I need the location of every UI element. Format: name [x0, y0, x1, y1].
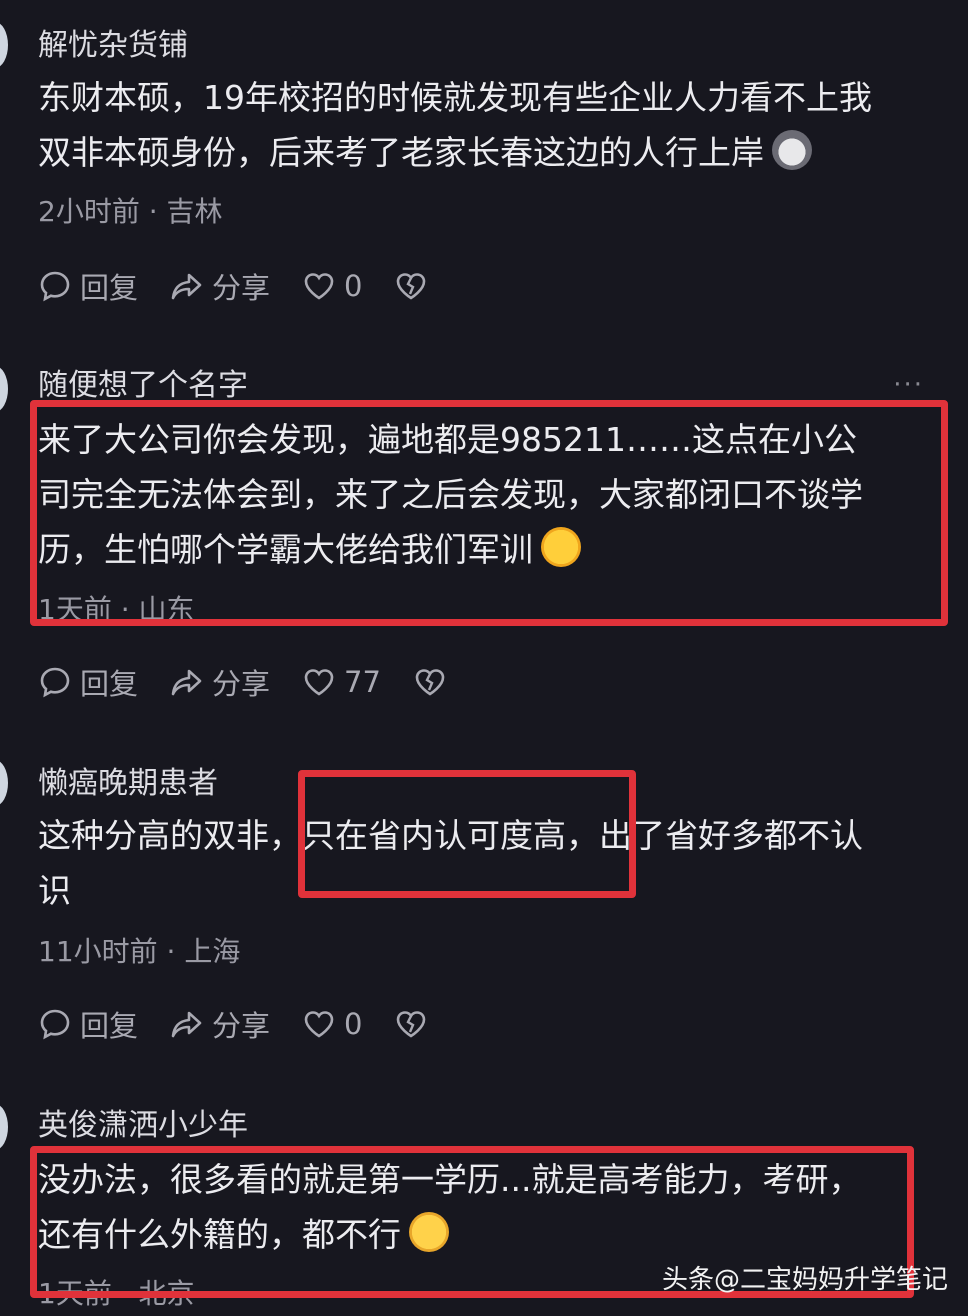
broken-heart-icon — [415, 669, 445, 696]
like-button[interactable]: 77 — [302, 665, 381, 699]
broken-heart-icon — [397, 1011, 426, 1038]
heart-icon — [304, 273, 334, 300]
comment-text-line: 识 — [38, 871, 71, 910]
broken-heart-icon — [397, 273, 426, 300]
comment-actions: 回复 分享 0 — [38, 1004, 468, 1044]
share-label: 分享 — [212, 667, 271, 701]
dislike-button[interactable] — [394, 269, 436, 303]
avatar[interactable] — [0, 366, 8, 412]
reply-label: 回复 — [80, 1009, 139, 1043]
comment-text-line: 双非本硕身份，后来考了老家长春这边的人行上岸 — [38, 133, 764, 172]
comment-username[interactable]: 解忧杂货铺 — [38, 20, 188, 64]
reply-label: 回复 — [80, 271, 139, 305]
share-arrow-icon — [171, 273, 202, 300]
comment-bubble-icon — [40, 667, 70, 698]
comment-bubble-icon — [40, 271, 70, 302]
highlight-box — [298, 770, 636, 898]
avatar[interactable] — [0, 760, 8, 806]
comment-bubble-icon — [40, 1009, 70, 1040]
like-button[interactable]: 0 — [302, 1007, 362, 1041]
like-count: 0 — [344, 1007, 363, 1041]
heart-icon — [304, 669, 334, 696]
share-label: 分享 — [212, 271, 271, 305]
heart-icon — [304, 1011, 334, 1038]
like-count: 0 — [344, 269, 363, 303]
share-label: 分享 — [212, 1009, 271, 1043]
avatar[interactable] — [0, 1104, 8, 1150]
more-options-icon[interactable]: ··· — [893, 370, 924, 400]
share-arrow-icon — [171, 669, 202, 696]
share-arrow-icon — [171, 1011, 202, 1038]
sly-cat-emoji-icon — [772, 130, 812, 170]
watermark: 头条@二宝妈妈升学笔记 — [661, 1265, 948, 1295]
comment-meta: 11小时前 · 上海 — [38, 935, 241, 968]
comment-username[interactable]: 懒癌晚期患者 — [38, 758, 218, 802]
share-button[interactable]: 分享 — [170, 1003, 270, 1045]
comment-username[interactable]: 随便想了个名字 — [38, 360, 248, 404]
highlight-box — [30, 400, 948, 626]
comment-username[interactable]: 英俊潇洒小少年 — [38, 1100, 248, 1144]
dislike-button[interactable] — [394, 1007, 436, 1041]
like-count: 77 — [344, 665, 381, 699]
comment-meta: 2小时前 · 吉林 — [38, 195, 223, 228]
comment-text-line: 东财本硕，19年校招的时候就发现有些企业人力看不上我 — [38, 78, 872, 117]
comment-actions: 回复 分享 0 — [38, 266, 468, 306]
like-button[interactable]: 0 — [302, 269, 362, 303]
avatar[interactable] — [0, 22, 8, 68]
comment-text: 东财本硕，19年校招的时候就发现有些企业人力看不上我 双非本硕身份，后来考了老家… — [38, 70, 928, 180]
share-button[interactable]: 分享 — [170, 265, 270, 307]
reply-label: 回复 — [80, 667, 139, 701]
reply-button[interactable]: 回复 — [38, 661, 138, 703]
reply-button[interactable]: 回复 — [38, 265, 138, 307]
comment-actions: 回复 分享 77 — [38, 662, 487, 702]
reply-button[interactable]: 回复 — [38, 1003, 138, 1045]
dislike-button[interactable] — [413, 665, 455, 699]
share-button[interactable]: 分享 — [170, 661, 270, 703]
